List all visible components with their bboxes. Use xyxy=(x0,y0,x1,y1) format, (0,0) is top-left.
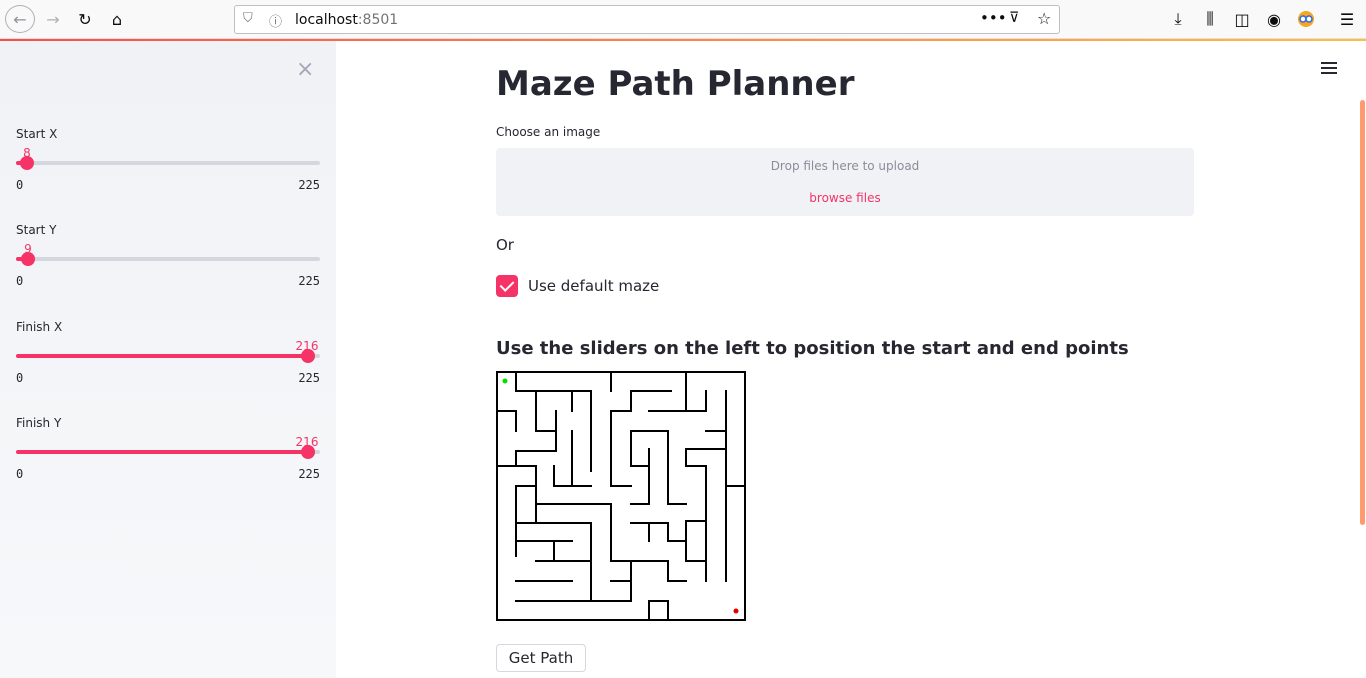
slider-start-x[interactable]: Start X 8 0 225 xyxy=(16,127,320,197)
forward-icon[interactable]: → xyxy=(38,5,68,33)
close-sidebar-icon[interactable]: × xyxy=(296,57,314,82)
home-icon[interactable]: ⌂ xyxy=(102,5,132,33)
get-path-button[interactable]: Get Path xyxy=(496,644,586,672)
dropzone-text: Drop files here to upload xyxy=(770,159,920,173)
checkbox-label: Use default maze xyxy=(528,277,660,295)
url-host: localhost xyxy=(295,12,358,28)
slider-max: 225 xyxy=(298,274,320,288)
maze-subheading: Use the sliders on the left to position … xyxy=(496,338,1129,359)
sidebar: × Start X 8 0 225 Start Y 9 0 225 Finish… xyxy=(0,41,336,678)
uploader-label: Choose an image xyxy=(496,125,601,139)
slider-min: 0 xyxy=(16,274,24,288)
page-title: Maze Path Planner xyxy=(496,64,855,104)
maze-image xyxy=(496,371,746,621)
bookmark-star-icon[interactable]: ☆ xyxy=(1037,9,1051,28)
slider-finish-x[interactable]: Finish X 216 0 225 xyxy=(16,320,320,390)
reload-icon[interactable]: ↻ xyxy=(70,5,100,33)
slider-label: Start Y xyxy=(16,223,57,237)
slider-start-y[interactable]: Start Y 9 0 225 xyxy=(16,223,320,293)
slider-thumb[interactable] xyxy=(301,349,315,363)
info-icon[interactable]: ⓘ xyxy=(269,11,282,30)
slider-max: 225 xyxy=(298,178,320,192)
slider-label: Finish X xyxy=(16,320,63,334)
slider-fill xyxy=(16,354,308,358)
browser-toolbar: ← → ↻ ⌂ ⛉ ⓘ localhost:8501 ••• ⊽ ☆ ⤓ ⫼ ◫… xyxy=(0,0,1366,39)
slider-track[interactable] xyxy=(16,445,320,459)
slider-track[interactable] xyxy=(16,156,320,170)
account-icon[interactable]: ◉ xyxy=(1259,5,1289,33)
back-icon[interactable]: ← xyxy=(5,5,35,33)
slider-min: 0 xyxy=(16,178,24,192)
library-icon[interactable]: ⫼ xyxy=(1195,5,1225,33)
checkbox-checked-icon[interactable] xyxy=(496,275,518,297)
pocket-icon[interactable]: ⊽ xyxy=(1009,10,1019,26)
page-actions-icon[interactable]: ••• xyxy=(980,9,1007,27)
slider-thumb[interactable] xyxy=(20,156,34,170)
or-text: Or xyxy=(496,236,514,254)
extension-icon[interactable] xyxy=(1291,5,1321,33)
url-port: :8501 xyxy=(357,12,399,28)
scrollbar[interactable] xyxy=(1360,100,1365,525)
url-text[interactable]: localhost:8501 xyxy=(295,12,398,28)
slider-label: Start X xyxy=(16,127,58,141)
url-bar[interactable]: ⛉ ⓘ localhost:8501 ••• ⊽ ☆ xyxy=(234,5,1060,34)
downloads-icon[interactable]: ⤓ xyxy=(1163,5,1193,33)
slider-track[interactable] xyxy=(16,252,320,266)
sidebar-toggle-icon[interactable]: ◫ xyxy=(1227,5,1257,33)
menu-icon[interactable]: ☰ xyxy=(1332,5,1362,33)
app-menu-icon[interactable] xyxy=(1321,60,1339,76)
slider-min: 0 xyxy=(16,467,24,481)
browse-files-link[interactable]: browse files xyxy=(496,191,1194,205)
slider-finish-y[interactable]: Finish Y 216 0 225 xyxy=(16,416,320,486)
slider-max: 225 xyxy=(298,467,320,481)
file-dropzone[interactable]: Drop files here to upload browse files xyxy=(496,148,1194,216)
slider-thumb[interactable] xyxy=(301,445,315,459)
slider-track[interactable] xyxy=(16,349,320,363)
shield-icon[interactable]: ⛉ xyxy=(243,11,253,26)
start-point-marker xyxy=(502,378,508,384)
slider-fill xyxy=(16,450,308,454)
slider-min: 0 xyxy=(16,371,24,385)
use-default-maze-checkbox[interactable]: Use default maze xyxy=(496,275,659,297)
slider-max: 225 xyxy=(298,371,320,385)
slider-label: Finish Y xyxy=(16,416,62,430)
finish-point-marker xyxy=(733,608,739,614)
slider-thumb[interactable] xyxy=(21,252,35,266)
